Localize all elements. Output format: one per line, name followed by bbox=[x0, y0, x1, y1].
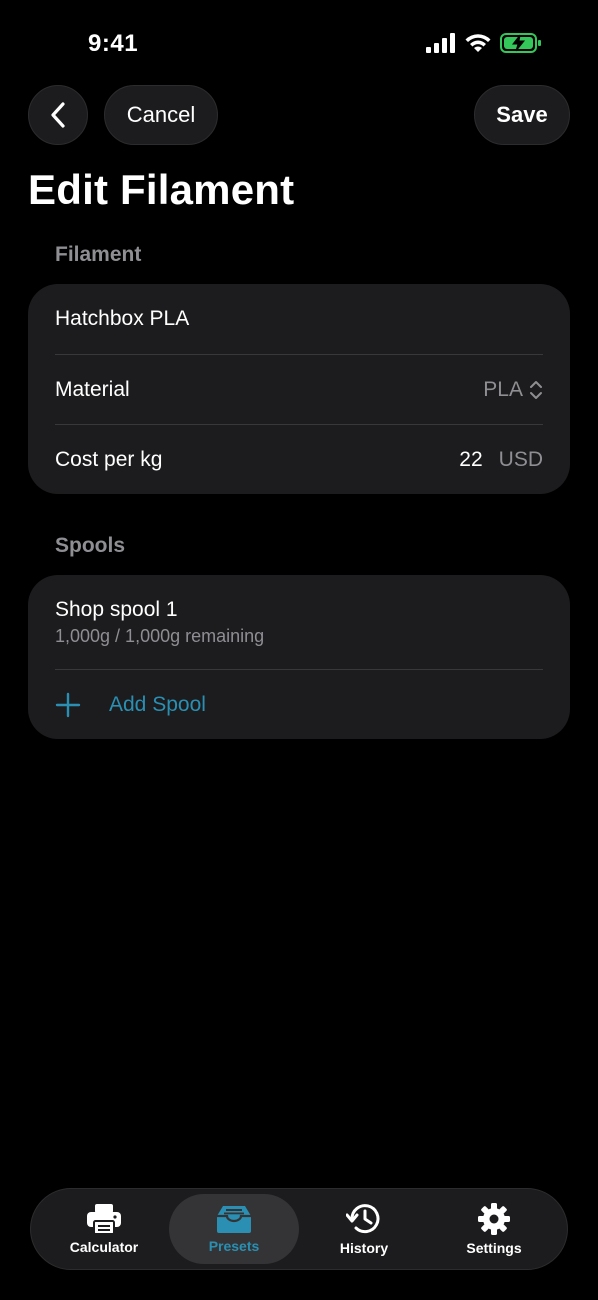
spools-section-header: Spools bbox=[55, 534, 126, 557]
history-icon bbox=[346, 1204, 380, 1234]
cost-value: 22 bbox=[459, 447, 483, 471]
gear-icon bbox=[478, 1203, 510, 1235]
filament-name-field[interactable]: Hatchbox PLA bbox=[55, 284, 543, 354]
spool-remaining: 1,000g / 1,000g remaining bbox=[55, 625, 265, 646]
material-value: PLA bbox=[483, 377, 523, 401]
tab-history[interactable]: History bbox=[299, 1194, 429, 1264]
back-button[interactable] bbox=[28, 85, 88, 145]
cost-row[interactable]: Cost per kg 22 USD bbox=[55, 424, 543, 494]
status-time: 9:41 bbox=[88, 30, 139, 57]
tab-presets-label: Presets bbox=[208, 1238, 260, 1254]
cost-unit: USD bbox=[498, 447, 543, 471]
cost-field[interactable]: 22 USD bbox=[459, 448, 543, 472]
filament-card: Hatchbox PLA Material PLA Cost per kg 22… bbox=[28, 284, 570, 494]
cost-label: Cost per kg bbox=[55, 447, 163, 471]
tab-calculator[interactable]: Calculator bbox=[39, 1194, 169, 1264]
tab-history-label: History bbox=[339, 1240, 389, 1256]
plus-icon bbox=[55, 692, 81, 718]
spool-name: Shop spool 1 bbox=[55, 597, 178, 621]
battery-charging-icon bbox=[500, 33, 541, 53]
screen: 9:41 Cancel Save Edit Filament Filament … bbox=[0, 0, 598, 1300]
status-icons bbox=[426, 33, 542, 53]
signal-icon bbox=[426, 33, 455, 53]
material-label: Material bbox=[55, 377, 130, 401]
add-spool-button[interactable]: Add Spool bbox=[55, 669, 543, 739]
spools-card: Shop spool 1 1,000g / 1,000g remaining A… bbox=[28, 575, 570, 739]
filament-section-header: Filament bbox=[55, 243, 142, 266]
wifi-icon bbox=[465, 34, 491, 52]
save-button[interactable]: Save bbox=[474, 85, 570, 145]
spool-list-item[interactable]: Shop spool 1 1,000g / 1,000g remaining bbox=[55, 575, 543, 669]
page-title: Edit Filament bbox=[28, 166, 295, 213]
material-picker[interactable]: PLA bbox=[483, 378, 543, 402]
material-row[interactable]: Material PLA bbox=[55, 354, 543, 424]
status-bar: 9:41 bbox=[0, 0, 598, 80]
tab-settings[interactable]: Settings bbox=[429, 1194, 559, 1264]
tab-presets[interactable]: Presets bbox=[169, 1194, 299, 1264]
tab-bar: Calculator Presets History Settings bbox=[30, 1188, 568, 1270]
filament-name-value: Hatchbox PLA bbox=[55, 307, 190, 330]
tab-settings-label: Settings bbox=[466, 1240, 522, 1256]
tab-calculator-label: Calculator bbox=[69, 1239, 139, 1255]
add-spool-label: Add Spool bbox=[109, 692, 206, 716]
chevron-up-down-icon bbox=[530, 380, 542, 399]
printer-icon bbox=[87, 1204, 121, 1235]
chevron-left-icon bbox=[51, 102, 65, 128]
cancel-button[interactable]: Cancel bbox=[104, 85, 218, 145]
tray-icon bbox=[217, 1206, 251, 1233]
